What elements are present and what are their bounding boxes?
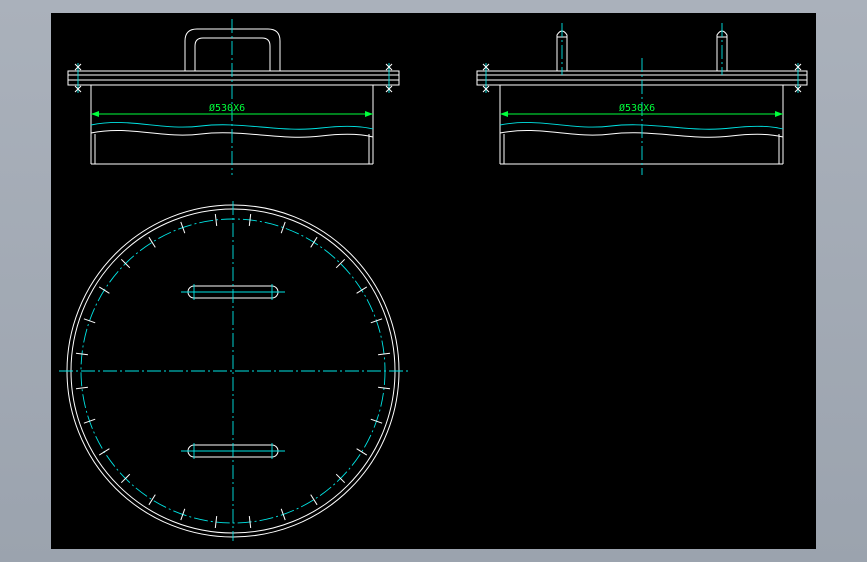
side-view-shell (499, 85, 784, 165)
bolt-mark (356, 286, 368, 294)
bolt-mark (148, 236, 156, 248)
side-view-dimension: Ø530X6 (500, 102, 783, 117)
bolt-mark (310, 236, 318, 248)
bolt-mark (75, 352, 88, 356)
plan-view (59, 201, 409, 541)
side-view-dimension-label: Ø530X6 (619, 102, 655, 114)
bolt-mark (75, 386, 88, 390)
front-view-flange (67, 70, 400, 86)
front-view-dimension-label: Ø530X6 (209, 102, 245, 114)
front-view-handle (184, 28, 281, 71)
bolt-mark (280, 221, 286, 234)
bolt-mark (378, 386, 391, 390)
bolt-mark (148, 494, 156, 506)
cad-viewport[interactable]: Ø530X6 Ø530X6 (51, 13, 816, 549)
bolt-mark (214, 516, 218, 529)
front-view: Ø530X6 (67, 19, 400, 175)
bolt-mark (98, 286, 110, 294)
bolt-mark (248, 516, 252, 529)
bolt-mark (378, 352, 391, 356)
front-view-bolt-marks (74, 63, 393, 93)
bolt-mark (214, 213, 218, 226)
bolt-mark (248, 213, 252, 226)
bolt-mark (356, 448, 368, 456)
bolt-mark (98, 448, 110, 456)
plan-view-bolt-marks (75, 213, 391, 529)
cad-drawing: Ø530X6 Ø530X6 (59, 19, 808, 541)
side-view: Ø530X6 (476, 23, 808, 175)
bolt-mark (310, 494, 318, 506)
